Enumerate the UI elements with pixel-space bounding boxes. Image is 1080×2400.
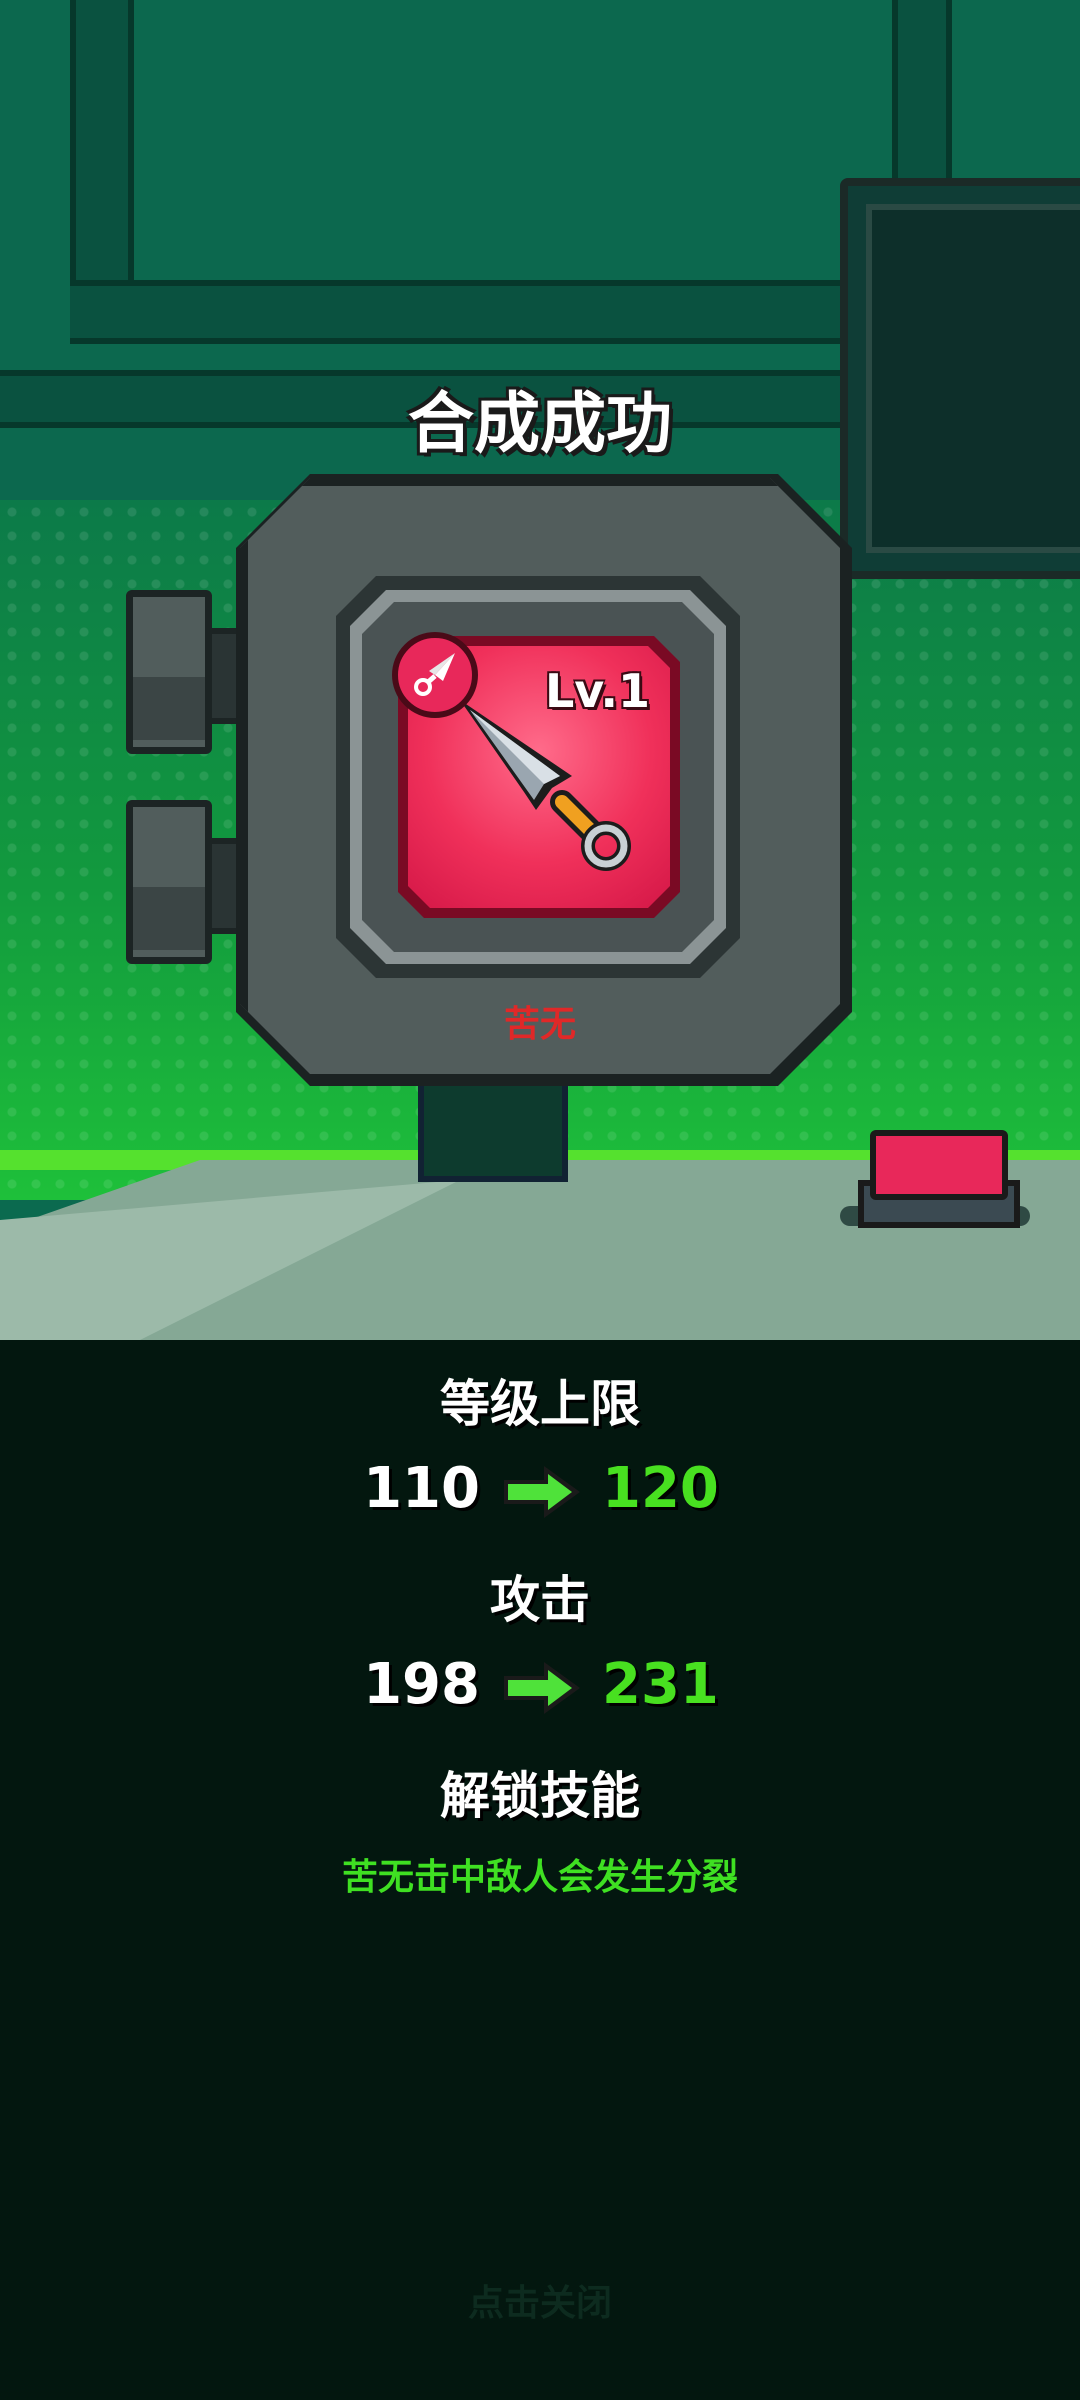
close-hint[interactable]: 点击关闭 xyxy=(0,2274,1080,2326)
pipe xyxy=(892,0,952,196)
machine-bolt xyxy=(126,800,212,964)
background-scene: Lv.1 合成成功 苦无 xyxy=(0,0,1080,1340)
stat-new-value: 231 xyxy=(602,1652,719,1717)
arrow-right-icon xyxy=(504,1466,580,1518)
popup-title: 合成成功 xyxy=(408,385,672,462)
stat-row-attack: 198 231 xyxy=(0,1652,1080,1732)
stat-label-level-cap: 等级上限 xyxy=(440,1375,640,1433)
item-level: Lv.1 xyxy=(544,664,650,718)
stat-row-level-cap: 110 120 xyxy=(0,1456,1080,1536)
pink-button xyxy=(870,1130,1008,1200)
stat-new-value: 120 xyxy=(602,1456,719,1521)
item-name: 苦无 xyxy=(503,1004,576,1045)
kunai-badge-icon xyxy=(392,632,478,718)
pipe xyxy=(70,280,876,344)
stat-old-value: 110 xyxy=(363,1456,480,1521)
stat-label-attack: 攻击 xyxy=(490,1571,590,1629)
skill-label: 解锁技能 xyxy=(440,1767,640,1825)
skill-description: 苦无击中敌人会发生分裂 xyxy=(341,1857,738,1898)
machine-bolt xyxy=(126,590,212,754)
stat-old-value: 198 xyxy=(363,1652,480,1717)
arrow-right-icon xyxy=(504,1662,580,1714)
